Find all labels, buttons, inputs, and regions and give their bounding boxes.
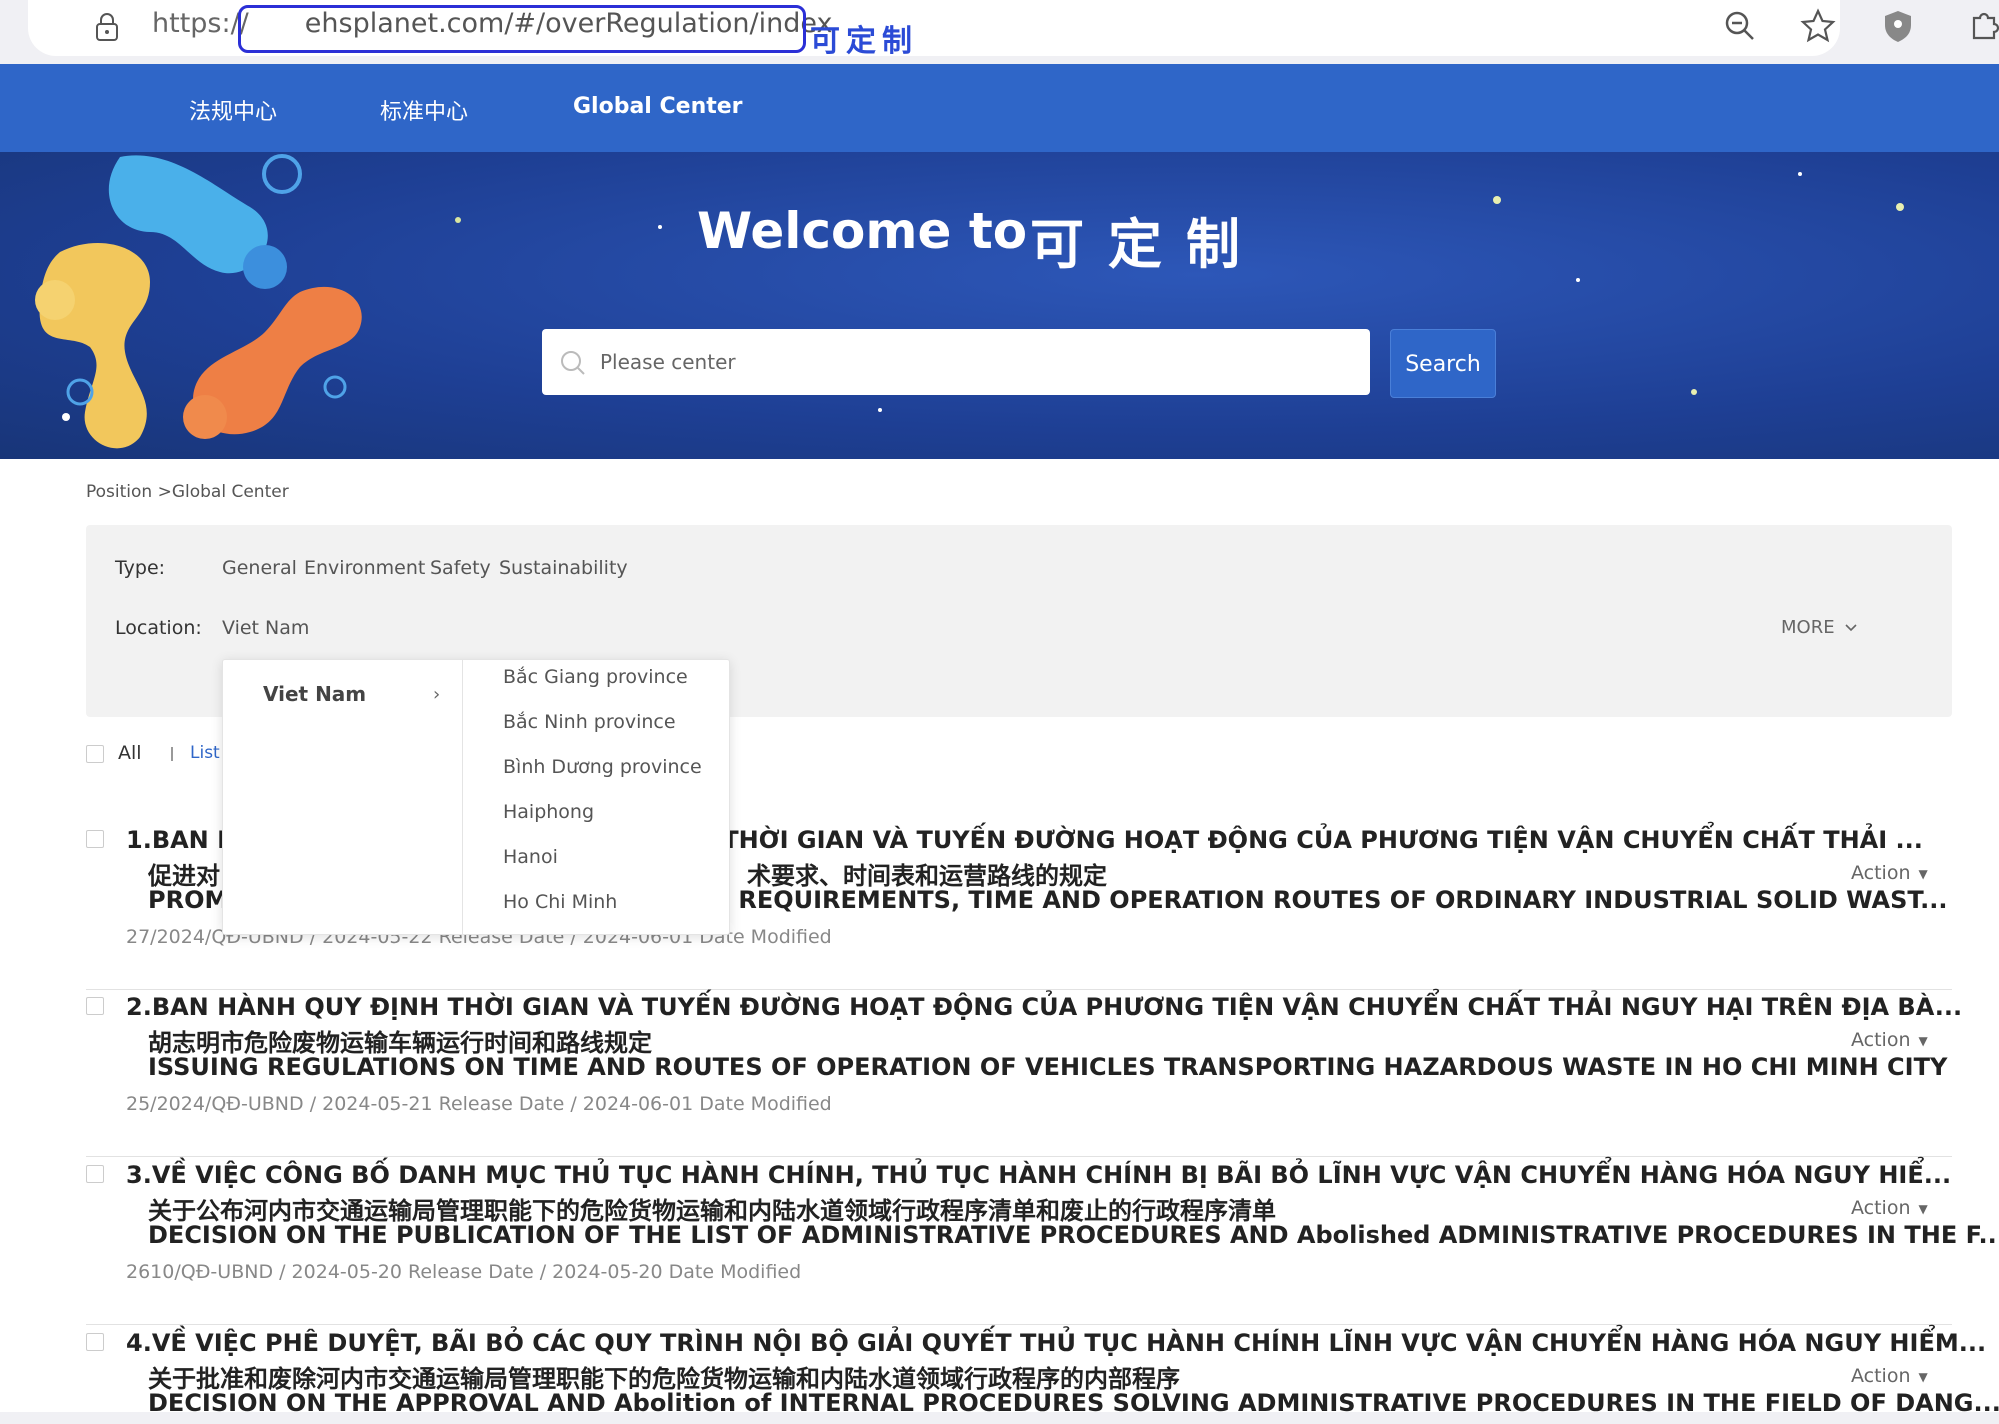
- record-title-tail: THỜI GIAN VÀ TUYẾN ĐƯỜNG HOẠT ĐỘNG CỦA P…: [722, 826, 1923, 854]
- province-option[interactable]: Ho Chi Minh: [503, 891, 617, 913]
- select-all-label[interactable]: All: [118, 742, 142, 764]
- action-dropdown[interactable]: Action ▼: [1851, 1365, 1928, 1387]
- caret-down-icon: ▼: [1918, 866, 1928, 881]
- brand-name: 可定制: [1030, 212, 1264, 276]
- location-value[interactable]: Viet Nam: [222, 617, 309, 639]
- search-button[interactable]: Search: [1390, 329, 1496, 398]
- more-button[interactable]: MORE: [1781, 617, 1858, 638]
- star-icon[interactable]: [1800, 8, 1836, 44]
- record-title-en: ISSUING REGULATIONS ON TIME AND ROUTES O…: [148, 1053, 1948, 1081]
- url-annotation: 可定制: [810, 24, 918, 59]
- location-cascade-dropdown: Viet Nam › Bắc Giang province Bắc Ninh p…: [222, 659, 730, 935]
- list-item: 3.VỀ VIỆC CÔNG BỐ DANH MỤC THỦ TỤC HÀNH …: [86, 1161, 1999, 1325]
- breadcrumb: Position >Global Center: [86, 482, 289, 502]
- nav-standard-center[interactable]: 标准中心: [380, 94, 468, 126]
- province-option[interactable]: Bắc Giang province: [503, 666, 688, 688]
- record-meta: 25/2024/QĐ-UBND / 2024-05-21 Release Dat…: [126, 1093, 832, 1115]
- address-bar[interactable]: https://ehsplanet.com/#/overRegulation/i…: [28, 0, 1840, 56]
- record-title-head: 1.BAN H: [126, 826, 238, 854]
- url-highlight-box: [238, 5, 806, 53]
- caret-down-icon: ▼: [1918, 1369, 1928, 1384]
- type-safety[interactable]: Safety: [430, 557, 491, 579]
- shield-icon[interactable]: [1880, 8, 1916, 44]
- province-option[interactable]: Bắc Ninh province: [503, 711, 676, 733]
- province-option[interactable]: Bình Dương province: [503, 756, 702, 778]
- hero-banner: Welcome to 可定制 Search: [0, 152, 1999, 459]
- type-general[interactable]: General: [222, 557, 297, 579]
- action-label: Action: [1851, 1029, 1911, 1051]
- welcome-heading: Welcome to: [697, 202, 1028, 260]
- chevron-down-icon: [1845, 624, 1857, 632]
- caret-down-icon: ▼: [1918, 1033, 1928, 1048]
- record-title[interactable]: 2.BAN HÀNH QUY ĐỊNH THỜI GIAN VÀ TUYẾN Đ…: [126, 993, 1962, 1021]
- province-option[interactable]: Haiphong: [503, 801, 594, 823]
- province-option[interactable]: Hanoi: [503, 846, 558, 868]
- type-environment[interactable]: Environment: [304, 557, 425, 579]
- row-checkbox[interactable]: [86, 830, 104, 848]
- window-bottom-edge: [0, 1412, 1999, 1424]
- country-column: Viet Nam ›: [223, 660, 463, 934]
- browser-toolbar: https://ehsplanet.com/#/overRegulation/i…: [0, 0, 1999, 64]
- record-en-tail: REQUIREMENTS, TIME AND OPERATION ROUTES …: [738, 886, 1948, 914]
- extensions-icon[interactable]: [1966, 8, 1999, 44]
- country-option-viet-nam[interactable]: Viet Nam: [263, 682, 366, 706]
- row-checkbox[interactable]: [86, 997, 104, 1015]
- star-sparkles: [455, 172, 1904, 412]
- action-dropdown[interactable]: Action ▼: [1851, 862, 1928, 884]
- search-input[interactable]: [598, 339, 1338, 385]
- type-label: Type:: [115, 557, 166, 579]
- nav-global-center[interactable]: Global Center: [573, 94, 743, 119]
- type-sustainability[interactable]: Sustainability: [499, 557, 628, 579]
- list-item: 4.VỀ VIỆC PHÊ DUYỆT, BÃI BỎ CÁC QUY TRÌN…: [86, 1329, 1999, 1424]
- action-label: Action: [1851, 1365, 1911, 1387]
- list-view-toggle[interactable]: List: [190, 743, 220, 763]
- chevron-right-icon: ›: [433, 684, 441, 705]
- row-checkbox[interactable]: [86, 1165, 104, 1183]
- lock-icon: [96, 13, 118, 41]
- record-title[interactable]: 3.VỀ VIỆC CÔNG BỐ DANH MỤC THỦ TỤC HÀNH …: [126, 1161, 1951, 1189]
- caret-down-icon: ▼: [1918, 1201, 1928, 1216]
- list-item: 2.BAN HÀNH QUY ĐỊNH THỜI GIAN VÀ TUYẾN Đ…: [86, 993, 1962, 1157]
- record-title-en: DECISION ON THE PUBLICATION OF THE LIST …: [148, 1221, 1999, 1249]
- action-label: Action: [1851, 1197, 1911, 1219]
- zoom-icon[interactable]: [1722, 8, 1758, 44]
- nav-regulation-center[interactable]: 法规中心: [189, 94, 277, 126]
- record-meta: 2610/QĐ-UBND / 2024-05-20 Release Date /…: [126, 1261, 802, 1283]
- search-box: [542, 329, 1370, 395]
- location-label: Location:: [115, 617, 202, 639]
- record-title[interactable]: 4.VỀ VIỆC PHÊ DUYỆT, BÃI BỎ CÁC QUY TRÌN…: [126, 1329, 1986, 1357]
- action-dropdown[interactable]: Action ▼: [1851, 1029, 1928, 1051]
- divider: [171, 747, 173, 761]
- record-en-head: PROM: [148, 886, 229, 914]
- action-label: Action: [1851, 862, 1911, 884]
- row-checkbox[interactable]: [86, 1333, 104, 1351]
- action-dropdown[interactable]: Action ▼: [1851, 1197, 1928, 1219]
- top-nav: 法规中心 标准中心 Global Center: [0, 64, 1999, 152]
- more-label: MORE: [1781, 617, 1835, 638]
- search-icon: [561, 351, 585, 375]
- url-protocol: https://: [152, 8, 249, 39]
- select-all-checkbox[interactable]: [86, 745, 104, 763]
